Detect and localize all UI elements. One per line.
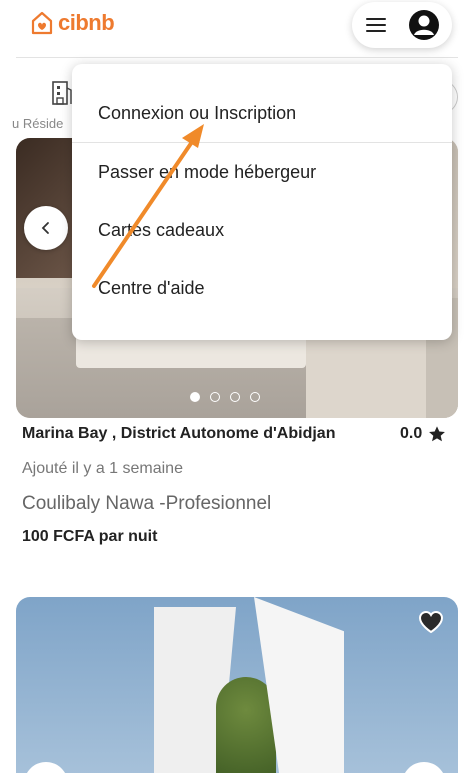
building-icon[interactable]: [50, 78, 72, 106]
carousel-dots: [190, 392, 260, 402]
rating-value: 0.0: [400, 425, 423, 442]
logo[interactable]: cibnb: [30, 10, 115, 36]
chevron-left-icon: [41, 222, 49, 234]
user-menu-button[interactable]: [352, 2, 452, 48]
menu-item-gift-cards[interactable]: Cartes cadeaux: [98, 220, 224, 241]
carousel-dot[interactable]: [210, 392, 220, 402]
carousel-dot[interactable]: [190, 392, 200, 402]
logo-icon: [31, 11, 53, 35]
favorite-heart-icon[interactable]: [418, 610, 444, 634]
listing-price: 100 FCFA par nuit: [22, 528, 158, 545]
carousel-dot[interactable]: [230, 392, 240, 402]
top-header: cibnb: [0, 0, 474, 58]
menu-item-help-center[interactable]: Centre d'aide: [98, 278, 205, 299]
listing-host: Coulibaly Nawa -Profesionnel: [22, 493, 272, 514]
star-icon: [429, 426, 446, 442]
menu-divider: [72, 142, 452, 143]
listing-added-date: Ajouté il y a 1 semaine: [22, 460, 183, 477]
hamburger-icon: [366, 18, 386, 32]
header-divider: [16, 57, 458, 58]
logo-text: cibnb: [58, 10, 115, 35]
menu-item-login-signup[interactable]: Connexion ou Inscription: [98, 103, 296, 124]
user-avatar-icon: [409, 10, 439, 40]
category-label[interactable]: u Réside: [12, 116, 63, 131]
menu-item-host-mode[interactable]: Passer en mode hébergeur: [98, 162, 316, 183]
listing-rating: 0.0: [400, 425, 446, 443]
user-dropdown-menu: Connexion ou Inscription Passer en mode …: [72, 64, 452, 340]
carousel-dot[interactable]: [250, 392, 260, 402]
listing-image[interactable]: [16, 597, 458, 773]
carousel-prev-button[interactable]: [24, 206, 68, 250]
listing-title[interactable]: Marina Bay , District Autonome d'Abidjan: [22, 425, 335, 443]
